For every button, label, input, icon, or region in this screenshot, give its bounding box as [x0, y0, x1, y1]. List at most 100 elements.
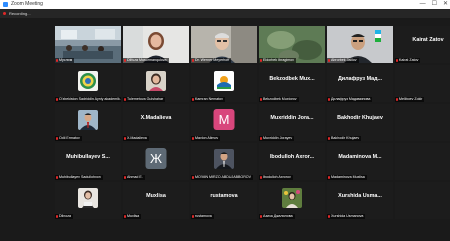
- participant-tile-ibodulloh-axrorov[interactable]: Ibodulloh Axror... Ibodulloh Axrorov: [259, 143, 325, 180]
- participant-name: Muxriddin Jorayev: [263, 136, 293, 140]
- mic-muted-icon: [328, 175, 330, 179]
- participant-name: Mavlon Alimov: [195, 136, 219, 140]
- participant-tile-participant[interactable]: Муслим: [55, 26, 121, 63]
- participant-name: Ibodulloh Axrorov: [263, 175, 291, 179]
- participant-tile-eldorbek-ibragimov[interactable]: Eldorbek Ibragimov: [259, 26, 325, 63]
- participant-tile-kamran-nematov[interactable]: Kamran Nematov: [191, 65, 257, 102]
- participant-name: Bekzodbek Muxtorov: [263, 97, 297, 101]
- participant-name: Dilnoza: [59, 214, 71, 218]
- participant-avatar: [78, 188, 98, 208]
- participant-name-label: X.Madalieva: [123, 136, 149, 141]
- mic-muted-icon: [260, 97, 262, 101]
- mic-muted-icon: [124, 136, 126, 140]
- mic-muted-icon: [328, 136, 330, 140]
- mic-muted-icon: [328, 214, 330, 218]
- participant-name: Bakhodir Khujaev: [331, 136, 360, 140]
- participant-name-label: Kamran Nematov: [191, 97, 225, 102]
- participant-name: Eldorbek Ibragimov: [263, 58, 294, 62]
- mic-muted-icon: [124, 97, 126, 101]
- participant-name-label: Abrorbek Jalilov: [327, 58, 359, 63]
- participant-tile-muhibullayev-sadullohxon[interactable]: Muhibullayev S... Muhibullayev Sadullohxo…: [55, 143, 121, 180]
- window-title: Zoom Meeting: [11, 1, 43, 7]
- participant-name: Tulemetova Gulshahar: [127, 97, 164, 101]
- zoom-app-icon: [3, 2, 8, 7]
- participant-name-label: Ibodulloh Axrorov: [259, 175, 293, 180]
- participant-tile-o-zbekiston-sadriddin-ayniy-akademik[interactable]: O'zbekiston Sadriddin Ayniy akademik...: [55, 65, 121, 102]
- mic-muted-icon: [56, 214, 58, 218]
- participant-initial-avatar: M: [213, 109, 235, 130]
- participant-name-label: Muxlisa: [123, 214, 142, 219]
- participant-tile-bakhodir-khujaev[interactable]: Bakhodir Khujaev Bakhodir Khujaev: [327, 104, 393, 141]
- participant-name: Odil Ermatov: [59, 136, 80, 140]
- participant-display-name: Muhibullayev S...: [66, 154, 110, 160]
- mic-muted-icon: [260, 214, 262, 218]
- close-button[interactable]: ✕: [443, 0, 448, 9]
- participant-name: X.Madalieva: [127, 136, 147, 140]
- participant-display-name: Ibodulloh Axror...: [269, 154, 315, 160]
- participant-tile-odil-ermatov[interactable]: Odil Ermatov: [55, 104, 121, 141]
- mic-muted-icon: [192, 97, 194, 101]
- mic-muted-icon: [192, 58, 194, 62]
- participant-name-label: O'zbekiston Sadriddin Ayniy akademik...: [55, 97, 121, 102]
- participant-name: Dr. Werner Meyerhoff: [195, 58, 230, 62]
- participant-name: Abrorbek Jalilov: [331, 58, 357, 62]
- participant-avatar: [78, 71, 98, 91]
- participant-display-name: Madaminova M...: [338, 154, 382, 160]
- participant-name: Muhibullayev Sadullohxon: [59, 175, 101, 179]
- participant-display-name: Дилафруз Мад...: [337, 76, 383, 82]
- participant-tile-dilnoza[interactable]: Dilnoza: [55, 182, 121, 219]
- participant-name-label: Meliboev Zokir: [395, 97, 425, 102]
- participant-avatar: [282, 188, 302, 208]
- participant-name: Kamran Nematov: [195, 97, 223, 101]
- participant-name-label: Dr. Werner Meyerhoff: [191, 58, 232, 63]
- participant-tile-muxlisa[interactable]: Muxlisa Muxlisa: [123, 182, 189, 219]
- participant-tile-kairat-zatov[interactable]: Kairat Zatov Kairat Zatov: [395, 26, 450, 63]
- participant-name-label: rustamova: [191, 214, 214, 219]
- participant-tile-rustamova[interactable]: rustamova rustamova: [191, 182, 257, 219]
- participant-tile-muxriddin-jorayev[interactable]: Muxriddin Jora... Muxriddin Jorayev: [259, 104, 325, 141]
- participant-tile-xurshida-usmanova[interactable]: Xurshida Usma... Xurshida Usmanova: [327, 182, 393, 219]
- participant-avatar: [78, 110, 98, 130]
- mic-muted-icon: [56, 58, 58, 62]
- participant-name: Ahmad E.: [127, 175, 143, 179]
- participant-tile-madaminova-muxlisa[interactable]: Madaminova M... Madaminova Muxlisa: [327, 143, 393, 180]
- participant-tile-mavlon-alimov[interactable]: M Mavlon Alimov: [191, 104, 257, 141]
- mic-muted-icon: [260, 136, 262, 140]
- participant-tile-abrorbek-jalilov[interactable]: Abrorbek Jalilov: [327, 26, 393, 63]
- participant-avatar: [214, 149, 234, 169]
- mic-muted-icon: [124, 175, 126, 179]
- participant-name-label: Dilfuza Musurmanqulova: [123, 58, 169, 63]
- participant-name-label: Muhibullayev Sadullohxon: [55, 175, 103, 180]
- recording-label: Recording...: [9, 11, 31, 16]
- participant-name-label: Eldorbek Ibragimov: [259, 58, 296, 63]
- participant-name: O'zbekiston Sadriddin Ayniy akademik...: [59, 97, 121, 101]
- participant-display-name: Bekzodbek Mux...: [269, 76, 315, 82]
- participant-name-label: Mavlon Alimov: [191, 136, 221, 141]
- participant-name-label: Kairat Zatov: [395, 58, 421, 63]
- participant-display-name: Muxlisa: [146, 193, 166, 199]
- participant-tile-ahmad-e[interactable]: Ж Ahmad E.: [123, 143, 189, 180]
- mic-muted-icon: [260, 58, 262, 62]
- participant-tile-dilfuza-musurmanqulova[interactable]: Dilfuza Musurmanqulova: [123, 26, 189, 63]
- empty-tile: [395, 182, 450, 219]
- participant-tile-participant[interactable]: Дилафруз Мад... Дилафруз Мадаминова: [327, 65, 393, 102]
- maximize-button[interactable]: ☐: [432, 0, 437, 9]
- participant-display-name: Bakhodir Khujaev: [337, 115, 383, 121]
- participant-tile-mo-min-mirzo-abdujabborov[interactable]: MO'MIN MIRZO ABDUJABBOROV: [191, 143, 257, 180]
- participant-tile-participant[interactable]: Азиза Джалилова: [259, 182, 325, 219]
- participant-tile-x-madalieva[interactable]: X.Madalieva X.Madalieva: [123, 104, 189, 141]
- participant-name-label: Азиза Джалилова: [259, 214, 295, 219]
- empty-tile: [395, 143, 450, 180]
- participant-tile-bekzodbek-muxtorov[interactable]: Bekzodbek Mux... Bekzodbek Muxtorov: [259, 65, 325, 102]
- mic-muted-icon: [56, 175, 58, 179]
- participant-avatar: [214, 71, 234, 91]
- participant-initial-avatar: Ж: [145, 148, 167, 169]
- participant-tile-meliboev-zokir[interactable]: Meliboev Zokir: [395, 65, 450, 102]
- participant-tile-tulemetova-gulshahar[interactable]: Tulemetova Gulshahar: [123, 65, 189, 102]
- participant-name: Dilfuza Musurmanqulova: [127, 58, 167, 62]
- minimize-button[interactable]: —: [420, 0, 426, 9]
- participant-name-label: Bakhodir Khujaev: [327, 136, 362, 141]
- participant-name-label: MO'MIN MIRZO ABDUJABBOROV: [191, 175, 253, 180]
- participant-tile-dr-werner-meyerhoff[interactable]: Dr. Werner Meyerhoff: [191, 26, 257, 63]
- mic-muted-icon: [192, 175, 194, 179]
